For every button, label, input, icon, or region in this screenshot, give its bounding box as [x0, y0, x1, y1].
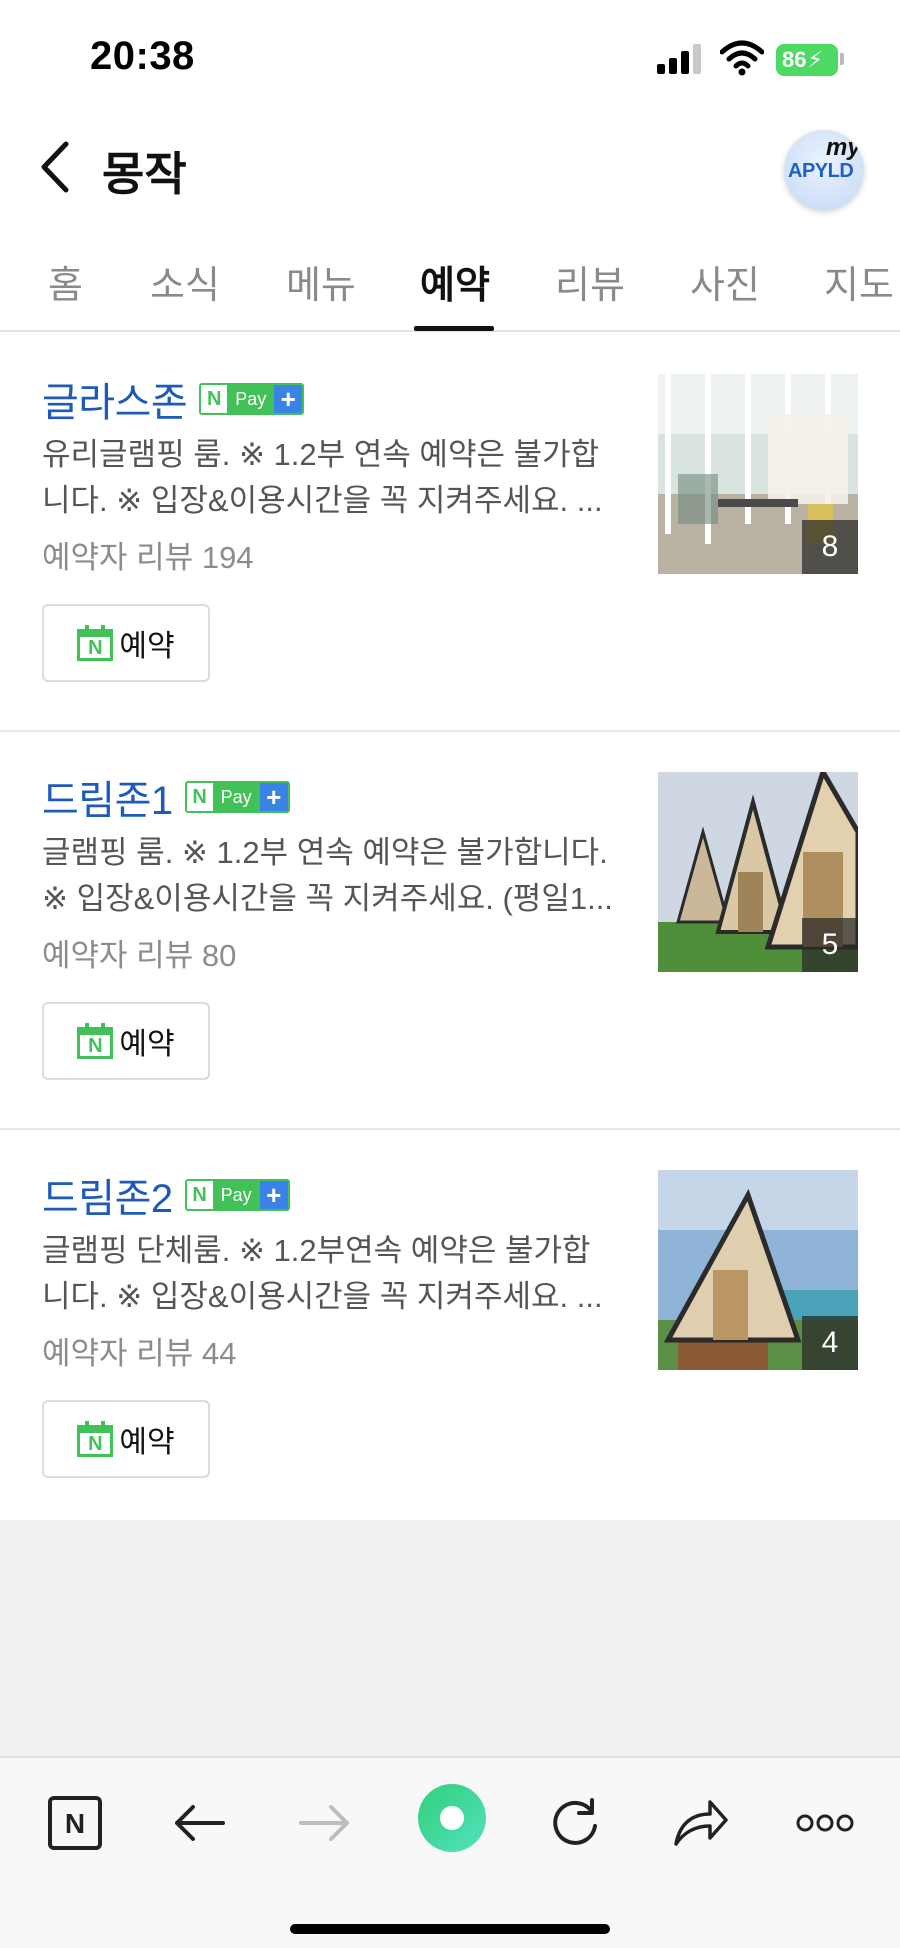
item-review-count: 예약자 리뷰 194 — [42, 540, 254, 575]
item-title-row: 드림존1 N Pay + — [42, 768, 290, 826]
status-time: 20:38 — [90, 34, 195, 78]
npay-label: Pay — [227, 385, 275, 413]
item-title[interactable]: 드림존2 — [42, 1166, 173, 1224]
item-thumbnail[interactable]: 5 — [658, 772, 858, 972]
share-icon[interactable] — [666, 1788, 736, 1858]
tab-map[interactable]: 지도 — [824, 254, 894, 309]
photo-count: 4 — [802, 1316, 858, 1370]
item-title-row: 글라스존 N Pay + — [42, 370, 305, 428]
photo-count: 8 — [802, 520, 858, 574]
battery-cap — [840, 53, 844, 65]
naver-calendar-icon: N — [77, 625, 114, 661]
green-dot-icon[interactable] — [412, 1778, 492, 1858]
reserve-button-label: 예약 — [119, 1426, 175, 1459]
npay-label: Pay — [212, 1181, 260, 1209]
item-description-line: 글램핑 룸. ※ 1.2부 연속 예약은 불가합니다. — [42, 835, 608, 870]
more-icon[interactable] — [790, 1788, 860, 1858]
svg-text:N: N — [65, 1808, 85, 1839]
item-title[interactable]: 글라스존 — [42, 370, 188, 428]
wifi-icon — [720, 40, 764, 76]
reserve-button[interactable]: N 예약 — [42, 1002, 210, 1080]
item-thumbnail[interactable]: 8 — [658, 374, 858, 574]
npay-plus-badge: N Pay + — [184, 1179, 290, 1211]
item-description-line: 글램핑 단체룸. ※ 1.2부연속 예약은 불가합 — [42, 1233, 591, 1268]
back-chevron-icon[interactable] — [36, 140, 76, 194]
battery-level: 86 — [782, 47, 807, 72]
item-thumbnail[interactable]: 4 — [658, 1170, 858, 1370]
header: 몽작 my APYLD — [0, 110, 900, 220]
npay-label: Pay — [212, 783, 260, 811]
npay-plus-badge: N Pay + — [199, 383, 305, 415]
tab-photos[interactable]: 사진 — [690, 254, 760, 309]
charging-bolt-icon: ⚡ — [807, 47, 823, 72]
avatar-my-label: my — [826, 134, 861, 161]
battery-indicator: 86 ⚡ — [776, 44, 838, 76]
active-tab-indicator — [414, 326, 494, 331]
avatar[interactable]: my APYLD — [784, 130, 864, 210]
reserve-button-label: 예약 — [119, 630, 175, 663]
plus-icon: + — [259, 783, 288, 811]
forward-arrow-icon[interactable] — [290, 1788, 360, 1858]
item-review-count: 예약자 리뷰 44 — [42, 1336, 237, 1371]
item-description: 글램핑 단체룸. ※ 1.2부연속 예약은 불가합 니다. ※ 입장&이용시간을… — [42, 1228, 622, 1320]
naver-n-icon: N — [186, 1181, 213, 1209]
naver-calendar-icon: N — [77, 1421, 114, 1457]
cellular-signal-icon — [657, 44, 703, 74]
home-indicator[interactable] — [290, 1924, 610, 1934]
refresh-icon[interactable] — [540, 1788, 610, 1858]
reserve-button[interactable]: N 예약 — [42, 1400, 210, 1478]
photo-count: 5 — [802, 918, 858, 972]
item-description-line: 유리글램핑 룸. ※ 1.2부 연속 예약은 불가합 — [42, 437, 600, 472]
item-title-row: 드림존2 N Pay + — [42, 1166, 290, 1224]
naver-n-icon: N — [201, 385, 228, 413]
page-title: 몽작 — [102, 148, 187, 200]
tab-review[interactable]: 리뷰 — [555, 254, 625, 309]
item-description-line: 니다. ※ 입장&이용시간을 꼭 지켜주세요. ... — [42, 483, 603, 518]
status-bar: 20:38 86 ⚡ — [0, 0, 900, 110]
back-arrow-icon[interactable] — [164, 1788, 234, 1858]
reserve-button-label: 예약 — [119, 1028, 175, 1061]
item-description: 유리글램핑 룸. ※ 1.2부 연속 예약은 불가합 니다. ※ 입장&이용시간… — [42, 432, 622, 524]
empty-background-area — [0, 1520, 900, 1756]
tab-home[interactable]: 홈 — [48, 254, 83, 309]
item-description-line: ※ 입장&이용시간을 꼭 지켜주세요. (평일1... — [42, 881, 613, 916]
tab-reservation[interactable]: 예약 — [420, 254, 490, 309]
list-item[interactable]: 드림존2 N Pay + 글램핑 단체룸. ※ 1.2부연속 예약은 불가합 니… — [0, 1130, 900, 1528]
list-item[interactable]: 드림존1 N Pay + 글램핑 룸. ※ 1.2부 연속 예약은 불가합니다.… — [0, 732, 900, 1130]
naver-calendar-icon: N — [77, 1023, 114, 1059]
tab-news[interactable]: 소식 — [150, 254, 220, 309]
item-description: 글램핑 룸. ※ 1.2부 연속 예약은 불가합니다. ※ 입장&이용시간을 꼭… — [42, 830, 622, 922]
naver-n-icon: N — [186, 783, 213, 811]
browser-toolbar: N — [0, 1756, 900, 1948]
plus-icon: + — [259, 1181, 288, 1209]
reserve-button[interactable]: N 예약 — [42, 604, 210, 682]
list-item[interactable]: 글라스존 N Pay + 유리글램핑 룸. ※ 1.2부 연속 예약은 불가합 … — [0, 334, 900, 732]
plus-icon: + — [274, 385, 303, 413]
npay-plus-badge: N Pay + — [184, 781, 290, 813]
item-description-line: 니다. ※ 입장&이용시간을 꼭 지켜주세요. ... — [42, 1279, 603, 1314]
tab-bar: 홈 소식 메뉴 예약 리뷰 사진 지도 — [0, 236, 900, 332]
avatar-brand-label: APYLD — [788, 160, 854, 182]
item-review-count: 예약자 리뷰 80 — [42, 938, 237, 973]
naver-home-icon[interactable]: N — [40, 1788, 110, 1858]
tab-menu[interactable]: 메뉴 — [286, 254, 356, 309]
item-title[interactable]: 드림존1 — [42, 768, 173, 826]
